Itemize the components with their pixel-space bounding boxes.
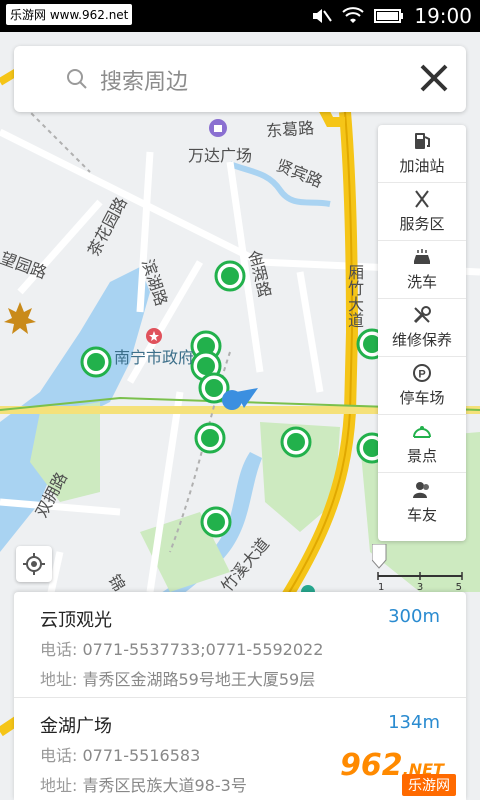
phone-value: 0771-5516583 [82,746,201,765]
result-phone: 电话: 0771-5516583 [40,742,200,766]
category-parking[interactable]: P 停车场 [378,357,466,415]
car-friends-icon [413,481,429,498]
locate-button[interactable] [16,546,52,582]
scenic-spot-icon [413,426,431,438]
map-label-wanda: 万达广场 [188,146,253,165]
svg-text:P: P [418,369,425,381]
result-phone: 电话: 0771-5537733;0771-5592022 [40,636,323,660]
address-value: 青秀区金湖路59号地王大厦59层 [82,670,316,689]
category-scenic-spot[interactable]: 景点 [378,415,466,473]
category-label: 洗车 [406,273,437,291]
repair-icon [413,306,431,324]
result-address: 地址: 青秀区民族大道98-3号 [40,772,247,796]
result-name: 金湖广场 [40,716,112,737]
maple-leaf-icon [4,302,36,334]
phone-value: 0771-5537733;0771-5592022 [82,640,324,659]
phone-label: 电话: [40,640,78,659]
category-label: 维修保养 [391,331,452,349]
service-area-icon [415,190,429,208]
poi-marker [280,426,312,458]
close-icon[interactable] [414,58,454,98]
category-label: 车友 [406,505,437,524]
logo-text: 乐游网 [402,774,456,796]
battery-icon [374,9,404,23]
status-icons: 19:00 [310,4,472,28]
category-car-wash[interactable]: 洗车 [378,241,466,299]
phone-label: 电话: [40,746,78,765]
wifi-icon [342,7,365,23]
crosshair-icon [23,553,45,575]
zoom-handle [371,543,387,569]
map-label-xiangzhudadao: 厢竹大道 [345,264,364,328]
government-icon [146,328,162,344]
watermark: 乐游网 www.962.net [6,4,133,25]
zoom-slider [371,543,463,580]
result-address: 地址: 青秀区金湖路59号地王大厦59层 [40,666,315,690]
map-label-nanning-gov: 南宁市政府 [114,348,195,367]
gas-station-icon [415,133,430,149]
shopping-icon [209,119,227,137]
search-input[interactable]: 搜索周边 [100,64,188,96]
logo-big-text: 962 [340,748,403,783]
search-bar[interactable]: 搜索周边 [14,46,466,112]
address-label: 地址: [40,776,78,795]
result-item[interactable]: 云顶观光 300m 电话: 0771-5537733;0771-5592022 … [14,592,466,698]
status-bar: 乐游网 www.962.net 19:00 [0,0,480,32]
category-repair[interactable]: 维修保养 [378,299,466,357]
result-distance: 134m [388,712,440,733]
category-label: 停车场 [399,389,445,407]
car-wash-icon [414,249,430,264]
site-logo: 962.NET 乐游网 [340,748,480,800]
poi-category-panel: 加油站 服务区 洗车 维修保养 P 停车场 景点 车友 [378,125,466,541]
search-icon [67,69,87,89]
poi-marker [80,346,112,378]
zoom-scale[interactable]: 1 3 5 [371,543,468,594]
poi-marker [214,260,246,292]
poi-marker [200,506,232,538]
clock: 19:00 [414,4,472,28]
map-label-donggelu: 东葛路 [265,118,315,141]
category-label: 服务区 [399,215,445,233]
address-value: 青秀区民族大道98-3号 [82,776,247,795]
address-label: 地址: [40,670,78,689]
category-label: 加油站 [399,157,445,175]
parking-icon: P [413,364,431,382]
mute-icon [313,9,333,23]
poi-marker [194,422,226,454]
category-service-area[interactable]: 服务区 [378,183,466,241]
category-label: 景点 [406,447,437,465]
category-car-friends[interactable]: 车友 [378,473,466,531]
result-distance: 300m [388,606,440,627]
result-name: 云顶观光 [40,610,112,631]
category-gas-station[interactable]: 加油站 [378,125,466,183]
